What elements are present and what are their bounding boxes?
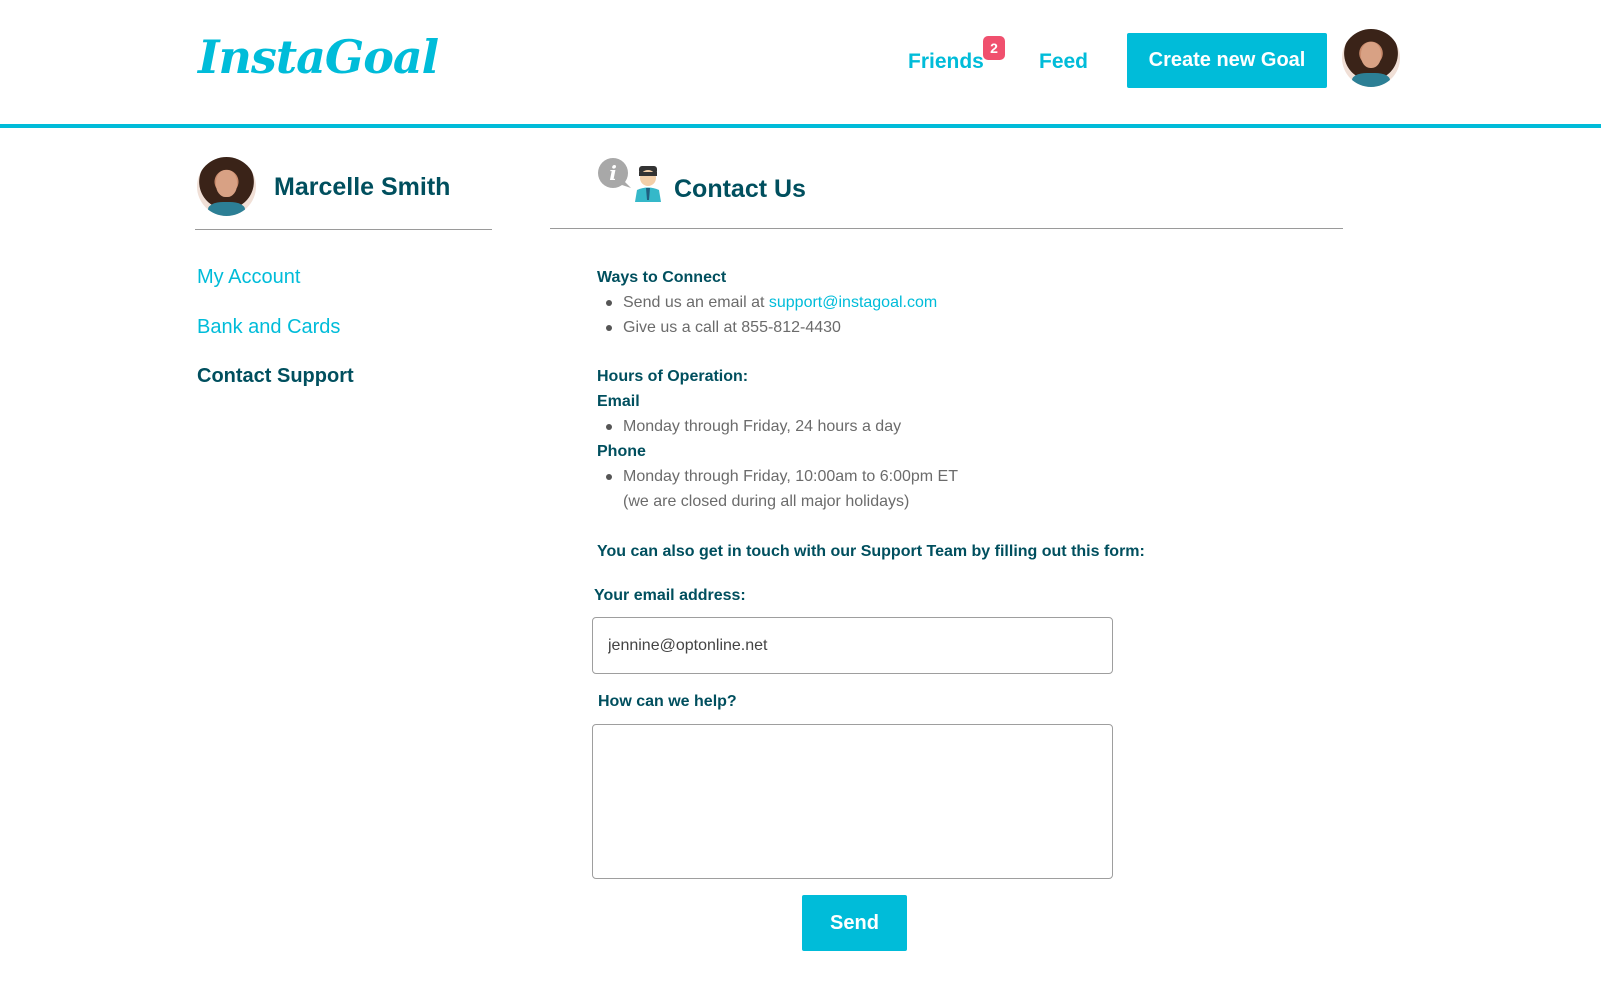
form-intro-text: You can also get in touch with our Suppo… xyxy=(597,543,1145,560)
hours-heading: Hours of Operation: xyxy=(597,368,749,385)
friends-notification-badge: 2 xyxy=(983,36,1005,60)
main-divider xyxy=(550,228,1343,229)
nav-feed-link[interactable]: Feed xyxy=(1039,50,1088,74)
phone-contact-line: Give us a call at 855-812-4430 xyxy=(623,319,841,336)
help-field-label: How can we help? xyxy=(598,693,737,710)
email-hours-heading: Email xyxy=(597,393,640,410)
user-avatar[interactable] xyxy=(1342,29,1400,87)
bullet xyxy=(606,424,612,430)
profile-name: Marcelle Smith xyxy=(274,173,451,201)
svg-text:i: i xyxy=(609,161,617,185)
holiday-note: (we are closed during all major holidays… xyxy=(623,493,910,510)
page-title: Contact Us xyxy=(674,175,806,203)
avatar-face xyxy=(215,169,238,198)
avatar-shirt xyxy=(1352,73,1390,87)
bullet xyxy=(606,300,612,306)
email-field[interactable] xyxy=(592,617,1113,674)
sidebar-item-contact-support[interactable]: Contact Support xyxy=(197,365,354,388)
app-logo[interactable]: InstaGoal xyxy=(198,30,439,84)
email-contact-line: Send us an email at support@instagoal.co… xyxy=(623,294,937,312)
email-prefix: Send us an email at xyxy=(623,294,765,311)
send-button[interactable]: Send xyxy=(802,895,907,951)
info-support-icon: i xyxy=(598,158,661,202)
email-hours-text: Monday through Friday, 24 hours a day xyxy=(623,418,902,435)
avatar-face xyxy=(1360,41,1382,69)
phone-hours-text: Monday through Friday, 10:00am to 6:00pm… xyxy=(623,468,958,485)
sidebar-item-bank-and-cards[interactable]: Bank and Cards xyxy=(197,316,340,339)
email-field-label: Your email address: xyxy=(594,587,746,604)
support-email-link[interactable]: support@instagoal.com xyxy=(769,294,937,311)
ways-to-connect-heading: Ways to Connect xyxy=(597,269,727,286)
phone-hours-heading: Phone xyxy=(597,443,646,460)
sidebar-divider xyxy=(195,229,492,230)
bullet xyxy=(606,325,612,331)
create-new-goal-button[interactable]: Create new Goal xyxy=(1127,33,1327,88)
sidebar-item-my-account[interactable]: My Account xyxy=(197,266,300,289)
top-header: InstaGoal Friends 2 Feed Create new Goal xyxy=(0,0,1601,128)
nav-friends-link[interactable]: Friends xyxy=(908,50,984,74)
help-message-textarea[interactable] xyxy=(592,724,1113,879)
avatar-shirt xyxy=(207,201,246,216)
profile-avatar xyxy=(197,157,256,216)
bullet xyxy=(606,474,612,480)
